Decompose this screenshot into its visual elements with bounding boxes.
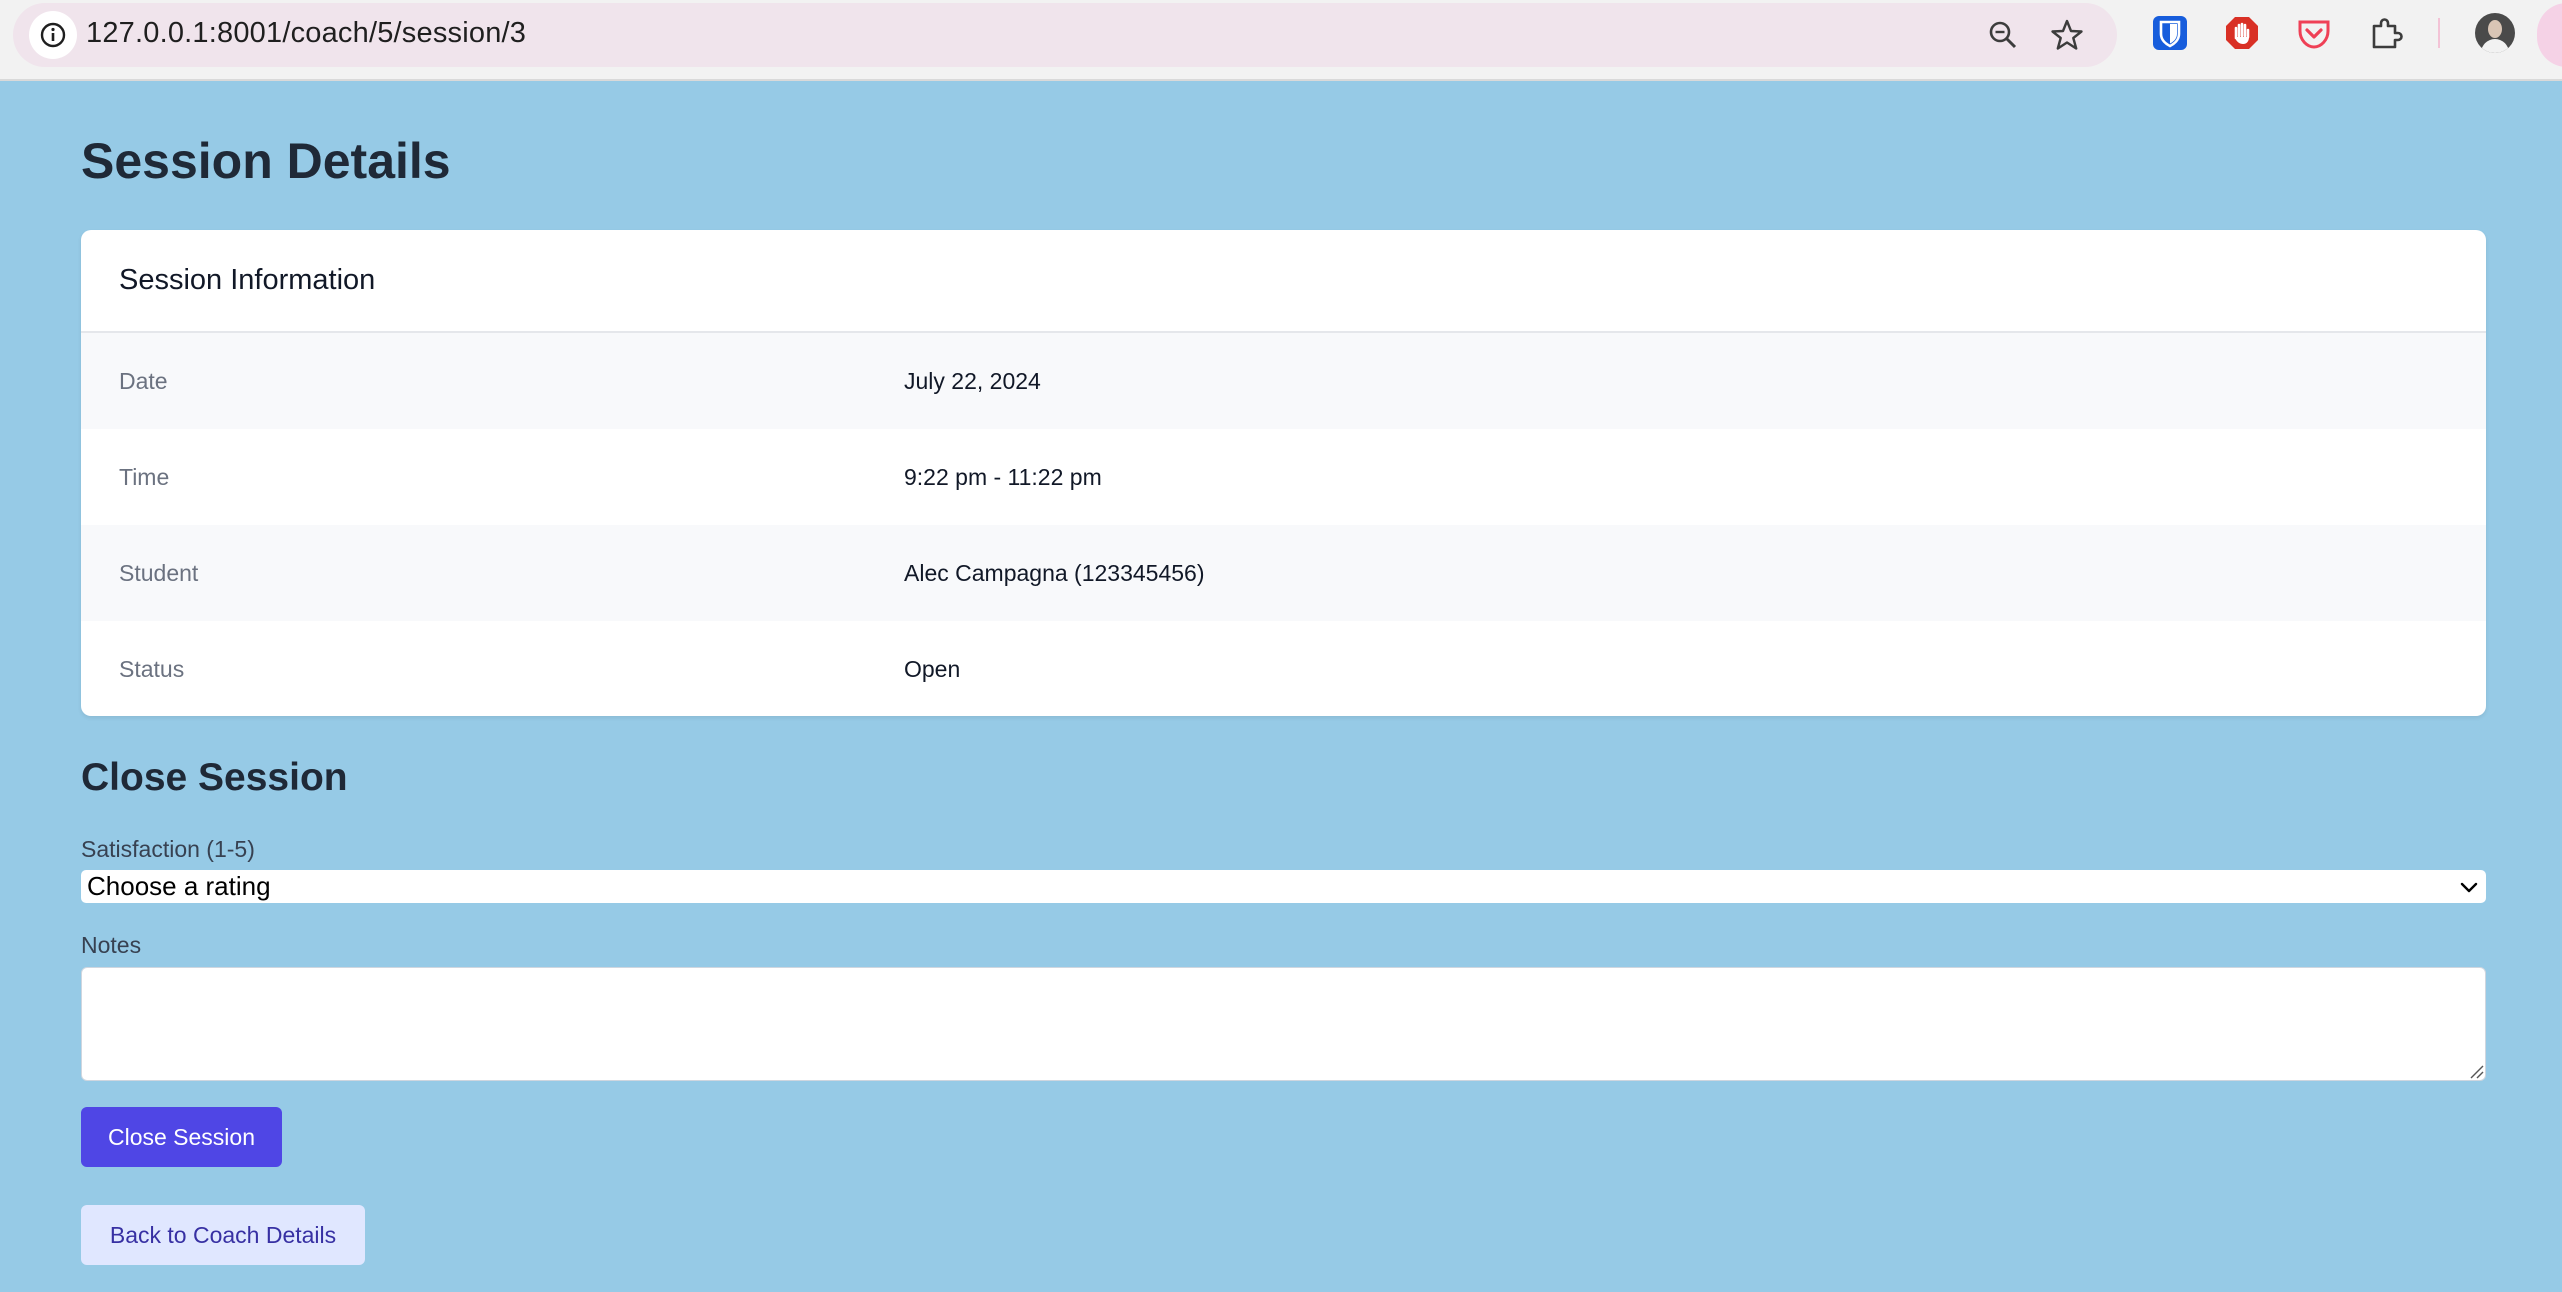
satisfaction-select[interactable]: Choose a rating [81,870,2486,903]
pocket-icon[interactable] [2294,13,2334,53]
profile-menu-pill[interactable] [2537,3,2562,67]
browser-toolbar: 127.0.0.1:8001/coach/5/session/3 [0,0,2562,81]
info-row-date: Date July 22, 2024 [81,333,2486,429]
bitwarden-icon[interactable] [2150,13,2190,53]
site-info-icon[interactable] [29,11,77,59]
session-information-card: Session Information Date July 22, 2024 T… [81,230,2486,716]
info-label: Status [119,655,185,682]
info-row-student: Student Alec Campagna (123345456) [81,525,2486,621]
toolbar-divider [2438,18,2440,48]
info-label: Date [119,367,168,394]
back-to-coach-details-button[interactable]: Back to Coach Details [81,1205,365,1265]
close-session-button[interactable]: Close Session [81,1107,282,1167]
card-header: Session Information [81,230,2486,333]
address-bar[interactable]: 127.0.0.1:8001/coach/5/session/3 [13,3,2117,67]
info-label: Time [119,463,170,490]
notes-label: Notes [81,932,142,958]
extensions-icon[interactable] [2366,13,2406,53]
chevron-down-icon [2460,882,2478,893]
avatar-face [2488,20,2502,38]
info-value: Alec Campagna (123345456) [904,559,1205,586]
bookmark-star-icon[interactable] [2049,17,2085,53]
close-session-heading: Close Session [81,756,348,799]
avatar-body [2481,39,2509,53]
info-value: 9:22 pm - 11:22 pm [904,463,1102,490]
url-text[interactable]: 127.0.0.1:8001/coach/5/session/3 [86,17,526,50]
adblock-icon[interactable] [2222,13,2262,53]
notes-textarea[interactable] [81,967,2486,1081]
card-title: Session Information [119,264,376,296]
info-value: Open [904,655,961,682]
info-row-time: Time 9:22 pm - 11:22 pm [81,429,2486,525]
satisfaction-selected-value: Choose a rating [87,871,271,901]
profile-avatar[interactable] [2475,13,2515,53]
info-value: July 22, 2024 [904,367,1041,394]
info-row-status: Status Open [81,621,2486,716]
resize-handle-icon[interactable] [2468,1063,2484,1079]
zoom-icon[interactable] [1985,17,2021,53]
page-title: Session Details [81,133,451,189]
satisfaction-label: Satisfaction (1-5) [81,836,255,862]
info-label: Student [119,559,199,586]
